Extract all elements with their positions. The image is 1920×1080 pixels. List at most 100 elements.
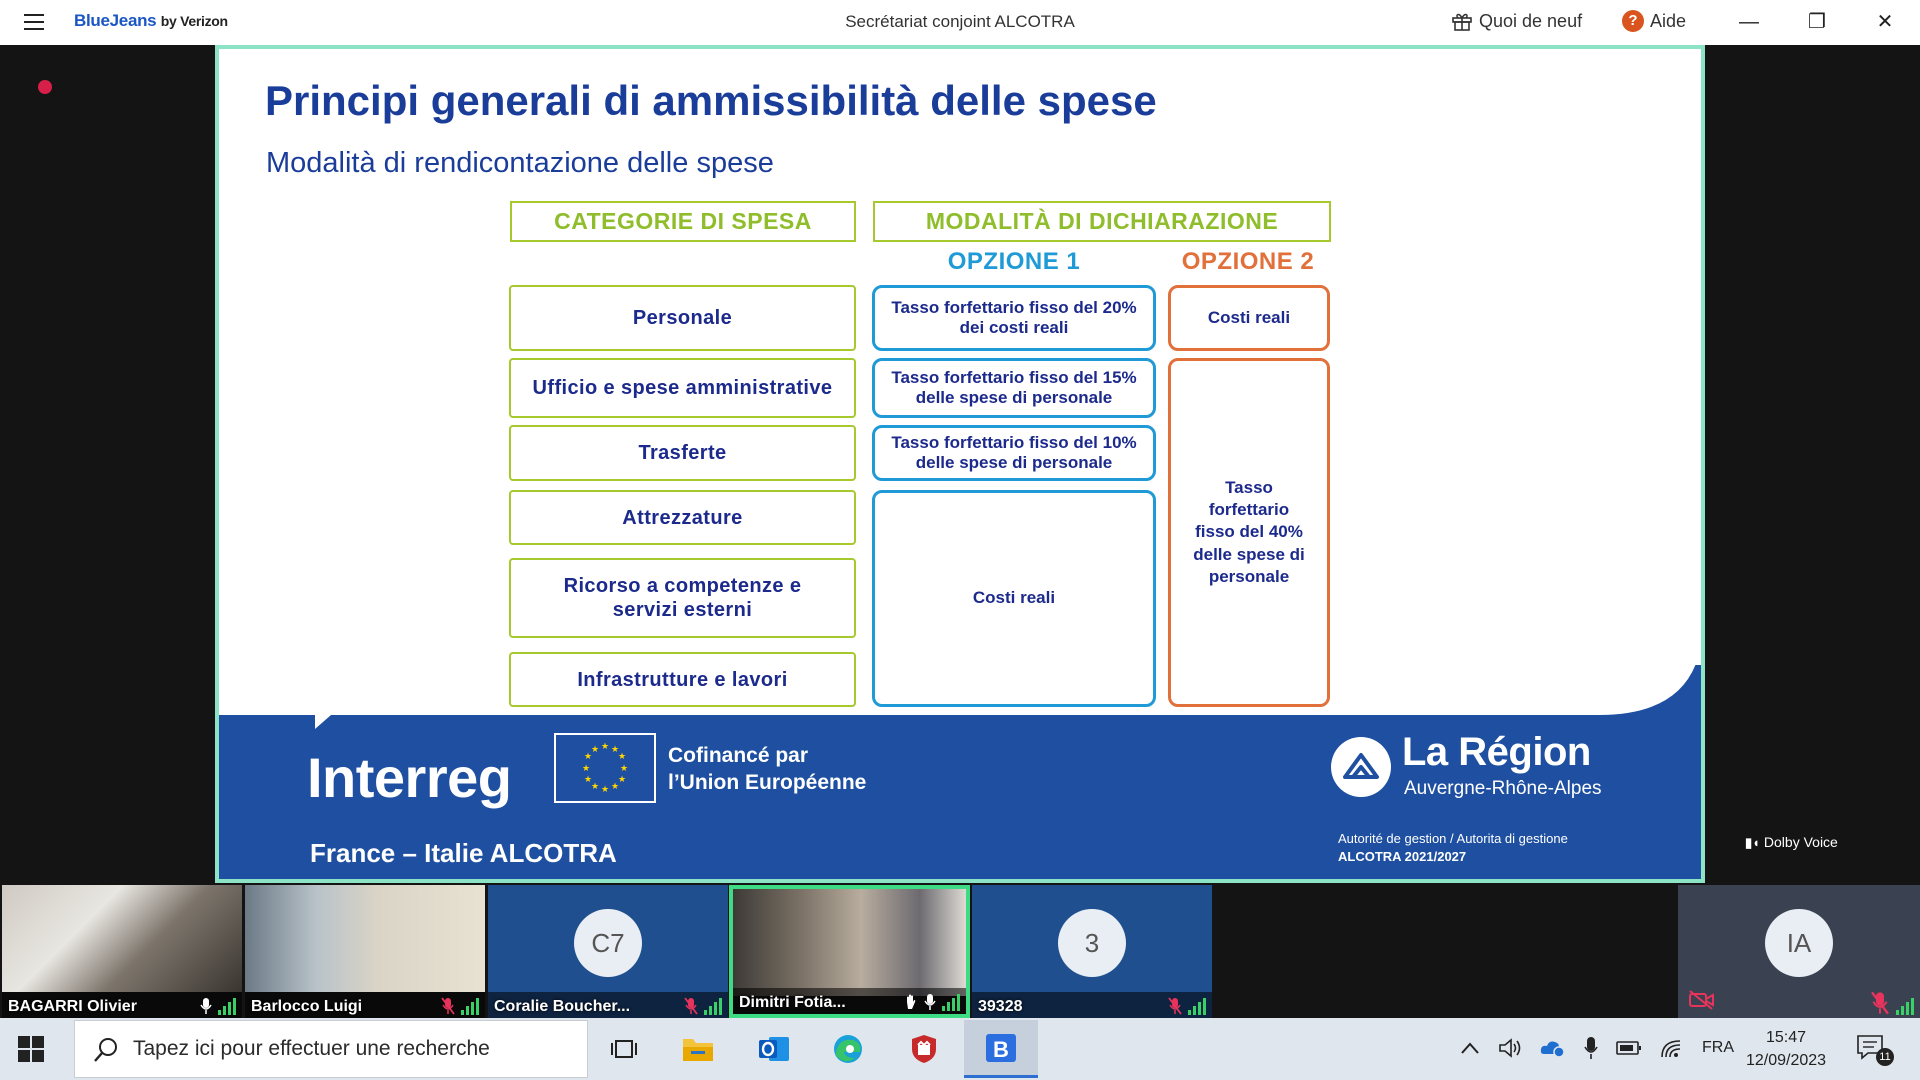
volume-icon[interactable] xyxy=(1498,1037,1522,1059)
dolby-label: Dolby Voice xyxy=(1763,834,1838,850)
minimize-button[interactable]: — xyxy=(1726,8,1772,36)
mic-icon xyxy=(200,998,212,1014)
participant-video xyxy=(2,885,242,992)
edge-browser-icon[interactable] xyxy=(812,1020,884,1078)
svg-text:★: ★ xyxy=(601,785,609,795)
signal-icon xyxy=(942,993,960,1011)
tile-status xyxy=(1870,991,1914,1015)
participant-tile[interactable]: 3 39328 xyxy=(972,885,1212,1018)
svg-text:★: ★ xyxy=(618,775,626,785)
search-placeholder: Tapez ici pour effectuer une recherche xyxy=(133,1037,490,1060)
battery-icon[interactable] xyxy=(1616,1040,1642,1056)
category-item: Attrezzature xyxy=(509,490,856,545)
participant-name: Coralie Boucher... xyxy=(494,998,631,1015)
region-logo-icon xyxy=(1331,737,1391,797)
bluejeans-app-icon[interactable]: B xyxy=(964,1020,1038,1078)
onedrive-icon[interactable] xyxy=(1540,1038,1566,1058)
svg-text:★: ★ xyxy=(611,782,619,792)
option2-box: Tasso forfettario fisso del 40% delle sp… xyxy=(1168,358,1330,707)
system-tray: FRA xyxy=(1460,1036,1734,1060)
help-button[interactable]: ? Aide xyxy=(1622,10,1686,32)
signal-icon xyxy=(704,997,722,1015)
participant-tile[interactable]: C7 Coralie Boucher... xyxy=(488,885,728,1018)
gift-icon xyxy=(1452,13,1472,31)
whats-new-button[interactable]: Quoi de neuf xyxy=(1451,10,1582,32)
program-name: France – Italie ALCOTRA xyxy=(310,838,617,868)
tile-status xyxy=(904,993,960,1011)
svg-text:★: ★ xyxy=(618,752,626,762)
category-item: Ricorso a competenze e servizi esterni xyxy=(509,558,856,638)
mic-muted-icon[interactable] xyxy=(1870,991,1890,1015)
taskbar-search[interactable]: Tapez ici pour effectuer une recherche xyxy=(74,1020,588,1078)
security-shield-icon[interactable] xyxy=(888,1020,960,1078)
participant-name: BAGARRI Olivier xyxy=(8,998,137,1015)
notifications-button[interactable]: 11 xyxy=(1856,1034,1896,1066)
taskbar-clock[interactable]: 15:47 12/09/2023 xyxy=(1740,1026,1832,1072)
signal-icon xyxy=(461,997,479,1015)
authority-line2: ALCOTRA 2021/2027 xyxy=(1338,848,1467,864)
participant-tile-active[interactable]: Dimitri Fotia... xyxy=(729,885,970,1018)
option1-label: OPZIONE 1 xyxy=(947,248,1081,275)
category-item: Ufficio e spese amministrative xyxy=(509,358,856,418)
self-view-tile[interactable]: IA xyxy=(1678,885,1920,1018)
svg-text:★: ★ xyxy=(591,782,599,792)
slide-title: Principi generali di ammissibilità delle… xyxy=(265,77,1157,124)
participant-avatar: 3 xyxy=(1058,909,1126,977)
participant-avatar: C7 xyxy=(574,909,642,977)
tile-status xyxy=(684,997,722,1015)
cofinance-line2: l’Union Européenne xyxy=(668,771,867,795)
search-icon xyxy=(94,1038,117,1062)
participant-tile[interactable]: Barlocco Luigi xyxy=(245,885,485,1018)
tile-status xyxy=(1168,997,1206,1015)
option2-box: Costi reali xyxy=(1168,285,1330,351)
participant-name: Dimitri Fotia... xyxy=(739,994,846,1011)
notification-count: 11 xyxy=(1876,1048,1894,1066)
task-view-icon[interactable] xyxy=(588,1020,660,1078)
self-avatar: IA xyxy=(1765,909,1833,977)
wifi-icon[interactable] xyxy=(1660,1037,1684,1059)
brand-name: BlueJeans xyxy=(74,11,157,30)
chevron-up-icon[interactable] xyxy=(1460,1041,1480,1055)
signal-icon xyxy=(1896,997,1914,1015)
participant-tile[interactable]: BAGARRI Olivier xyxy=(2,885,242,1018)
mic-muted-icon xyxy=(1168,997,1182,1015)
restore-button[interactable]: ❐ xyxy=(1794,8,1840,36)
option1-box: Tasso forfettario fisso del 15% delle sp… xyxy=(872,358,1156,418)
microphone-tray-icon[interactable] xyxy=(1584,1036,1598,1060)
clock-time: 15:47 xyxy=(1765,1029,1807,1046)
mic-muted-icon xyxy=(684,997,698,1015)
tile-status xyxy=(441,997,479,1015)
region-name: La Région xyxy=(1402,730,1591,774)
option1-box: Tasso forfettario fisso del 10% delle sp… xyxy=(872,425,1156,481)
authority-text: Autorité de gestion / Autorita di gestio… xyxy=(1338,830,1568,865)
meeting-title: Secrétariat conjoint ALCOTRA xyxy=(845,12,1075,31)
svg-text:★: ★ xyxy=(601,742,609,752)
menu-icon[interactable] xyxy=(24,14,44,30)
mic-icon xyxy=(924,994,936,1010)
raised-hand-icon xyxy=(907,994,916,1009)
cofinance-line1: Cofinancé par xyxy=(668,744,809,767)
svg-text:B: B xyxy=(993,1037,1009,1062)
language-indicator[interactable]: FRA xyxy=(1702,1039,1734,1057)
header-modalities: MODALITÀ DI DICHIARAZIONE xyxy=(873,201,1331,242)
camera-off-icon[interactable] xyxy=(1688,990,1716,1010)
slide-subtitle: Modalità di rendicontazione delle spese xyxy=(266,147,774,179)
svg-text:★: ★ xyxy=(591,745,599,755)
file-explorer-icon[interactable] xyxy=(662,1020,734,1078)
svg-text:★: ★ xyxy=(582,764,590,774)
authority-line1: Autorité de gestion / Autorita di gestio… xyxy=(1338,831,1568,846)
app-logo: BlueJeans by Verizon xyxy=(74,11,228,31)
windows-start-icon[interactable] xyxy=(18,1036,44,1067)
eu-flag-icon: ★ ★ ★ ★ ★ ★ ★ ★ ★ ★ ★ ★ xyxy=(554,733,656,803)
signal-icon xyxy=(218,997,236,1015)
help-icon: ? xyxy=(1622,10,1644,32)
outlook-icon[interactable] xyxy=(738,1020,810,1078)
svg-text:★: ★ xyxy=(584,775,592,785)
participant-video xyxy=(245,885,485,992)
participant-name: Barlocco Luigi xyxy=(251,998,363,1015)
cofinance-text: Cofinancé par l’Union Européenne xyxy=(668,742,866,797)
option1-box: Tasso forfettario fisso del 20% dei cost… xyxy=(872,285,1156,351)
category-item: Trasferte xyxy=(509,425,856,481)
interreg-logo: Interreg xyxy=(307,746,512,809)
close-button[interactable]: ✕ xyxy=(1862,8,1908,36)
